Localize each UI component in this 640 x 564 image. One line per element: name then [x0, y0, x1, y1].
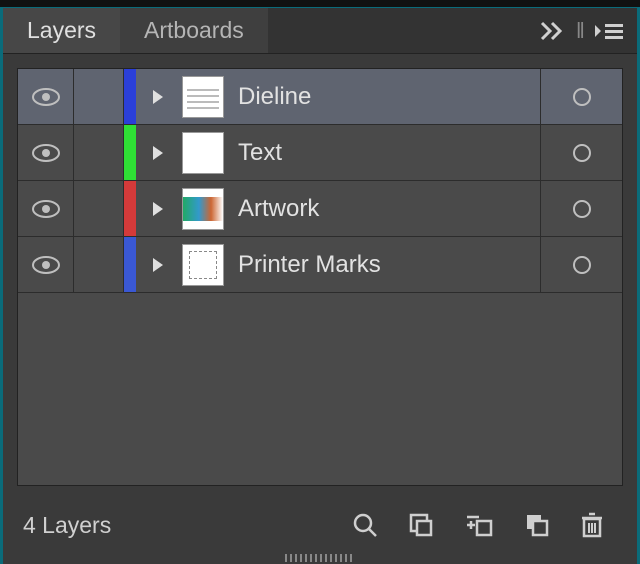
chevron-right-icon	[151, 201, 165, 217]
panel-menu-icon[interactable]	[595, 22, 623, 40]
target-icon	[573, 200, 591, 218]
new-sublayer-icon[interactable]	[523, 511, 551, 539]
chevron-right-icon	[151, 145, 165, 161]
delete-icon[interactable]	[579, 511, 605, 539]
target-icon	[573, 256, 591, 274]
make-clipping-mask-icon[interactable]	[463, 511, 495, 539]
eye-icon	[31, 87, 61, 107]
tab-layers[interactable]: Layers	[3, 8, 120, 53]
eye-icon	[31, 199, 61, 219]
target-toggle[interactable]	[540, 125, 622, 180]
layer-thumbnail	[182, 188, 224, 230]
layer-color-strip	[124, 237, 136, 292]
target-toggle[interactable]	[540, 69, 622, 124]
target-toggle[interactable]	[540, 237, 622, 292]
visibility-toggle[interactable]	[18, 69, 74, 124]
locate-object-icon[interactable]	[407, 511, 435, 539]
target-toggle[interactable]	[540, 181, 622, 236]
tab-label: Layers	[27, 17, 96, 44]
target-icon	[573, 88, 591, 106]
tab-label: Artboards	[144, 17, 244, 44]
resize-grip[interactable]	[285, 554, 355, 562]
layer-row[interactable]: Text	[18, 125, 622, 181]
layer-color-strip	[124, 69, 136, 124]
tab-artboards[interactable]: Artboards	[120, 8, 268, 53]
layer-name-label[interactable]: Printer Marks	[232, 251, 540, 279]
layer-name-label[interactable]: Text	[232, 139, 540, 167]
visibility-toggle[interactable]	[18, 181, 74, 236]
visibility-toggle[interactable]	[18, 237, 74, 292]
layer-row[interactable]: Dieline	[18, 69, 622, 125]
divider-icon: ‖	[576, 18, 585, 44]
chevron-right-icon	[151, 257, 165, 273]
expand-toggle[interactable]	[136, 125, 180, 180]
lock-cell[interactable]	[74, 125, 124, 180]
double-arrow-icon[interactable]	[540, 21, 566, 41]
layer-row[interactable]: Printer Marks	[18, 237, 622, 293]
expand-toggle[interactable]	[136, 69, 180, 124]
lock-cell[interactable]	[74, 181, 124, 236]
layer-thumbnail	[182, 132, 224, 174]
layer-name-label[interactable]: Dieline	[232, 83, 540, 111]
expand-toggle[interactable]	[136, 181, 180, 236]
layer-row[interactable]: Artwork	[18, 181, 622, 237]
layer-thumbnail	[182, 244, 224, 286]
layers-panel: Layers Artboards ‖ Dieline Text Artwork Pri…	[0, 8, 640, 564]
lock-cell[interactable]	[74, 69, 124, 124]
layer-thumbnail	[182, 76, 224, 118]
panel-footer: 4 Layers	[17, 500, 623, 550]
eye-icon	[31, 255, 61, 275]
chevron-right-icon	[151, 89, 165, 105]
layer-count-label: 4 Layers	[17, 512, 111, 539]
layer-name-label[interactable]: Artwork	[232, 195, 540, 223]
layer-color-strip	[124, 181, 136, 236]
visibility-toggle[interactable]	[18, 125, 74, 180]
expand-toggle[interactable]	[136, 237, 180, 292]
layers-list: Dieline Text Artwork Printer Marks	[17, 68, 623, 486]
target-icon	[573, 144, 591, 162]
lock-cell[interactable]	[74, 237, 124, 292]
eye-icon	[31, 143, 61, 163]
search-icon[interactable]	[351, 511, 379, 539]
tab-bar: Layers Artboards ‖	[3, 8, 637, 54]
layer-color-strip	[124, 125, 136, 180]
